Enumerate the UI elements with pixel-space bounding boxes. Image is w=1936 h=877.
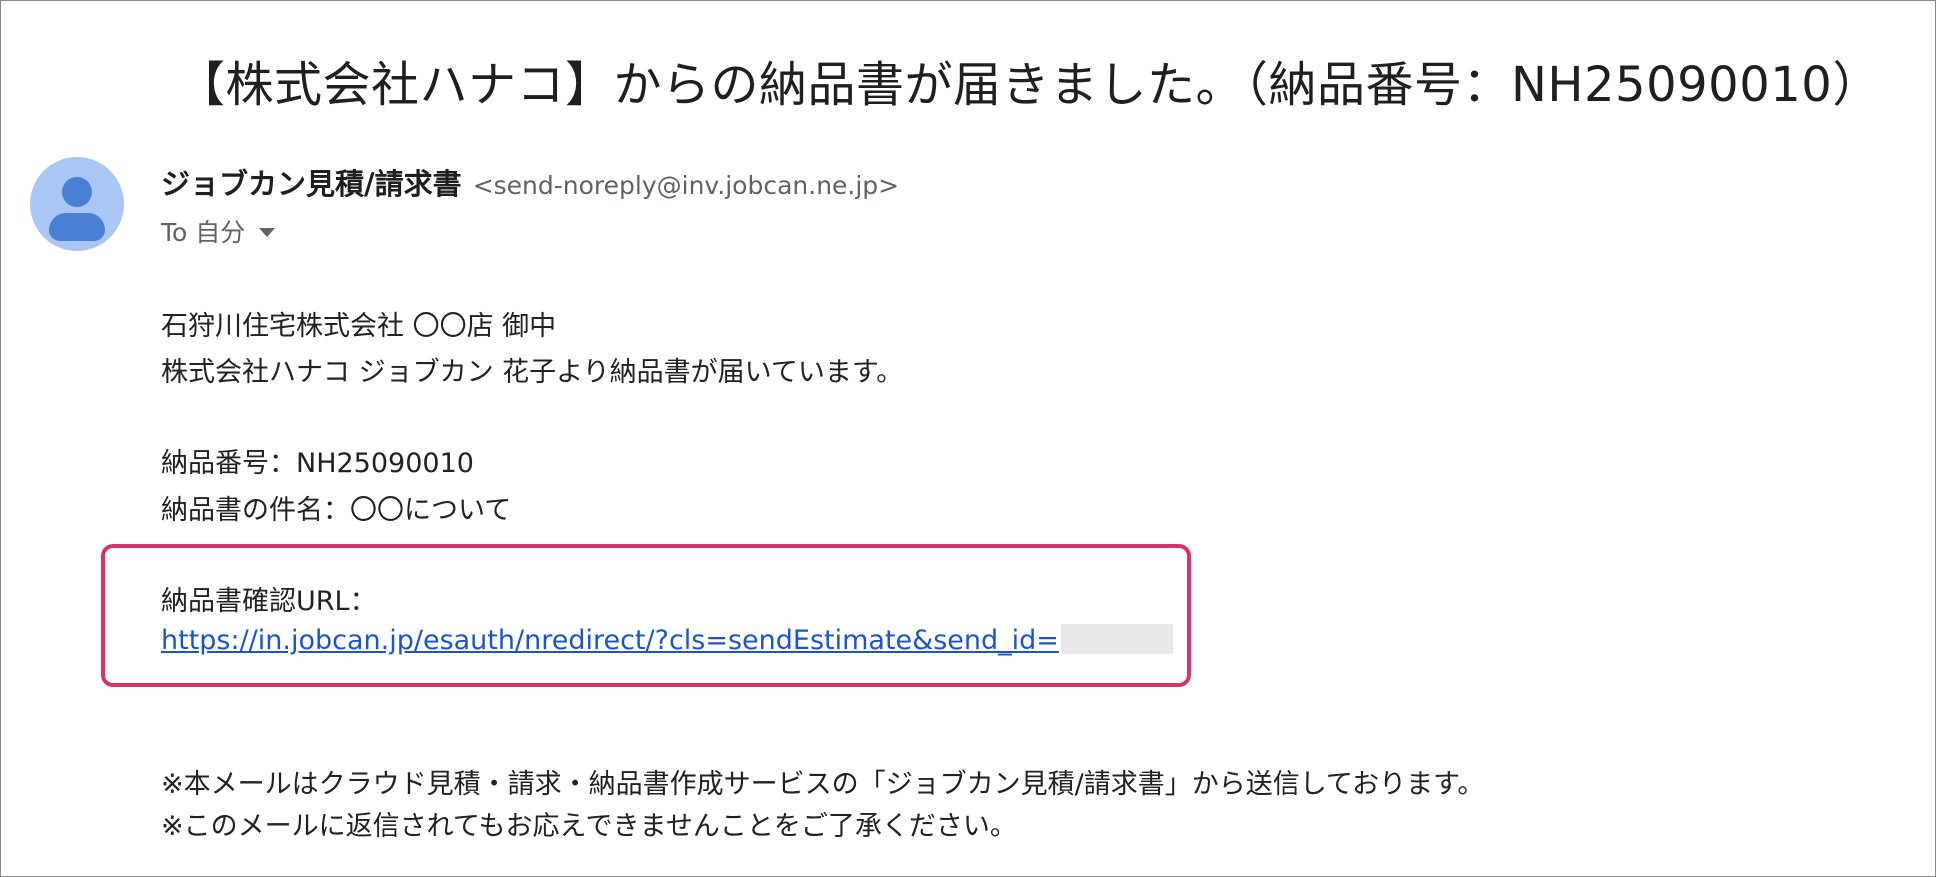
intro-text: 株式会社ハナコ ジョブカン 花子より納品書が届いています。 (161, 357, 904, 388)
sender-avatar[interactable] (30, 157, 124, 251)
sender-name[interactable]: ジョブカン見積/請求書 (161, 167, 462, 201)
redacted-send-id (1060, 623, 1173, 654)
person-icon-body (49, 213, 105, 241)
caret-down-icon[interactable] (259, 227, 276, 237)
delivery-confirmation-link[interactable]: https://in.jobcan.jp/esauth/nredirect/?c… (161, 623, 1173, 657)
url-text: https://in.jobcan.jp/esauth/nredirect/?c… (161, 625, 1059, 656)
email-subject: 【株式会社ハナコ】からの納品書が届きました。（納品番号：NH25090010） (177, 57, 1881, 113)
footer-note-2: ※このメールに返信されてもお応えできませんことをご了承ください。 (161, 811, 1017, 842)
sender-line: ジョブカン見積/請求書 <send-noreply@inv.jobcan.ne.… (161, 161, 899, 203)
sender-email: <send-noreply@inv.jobcan.ne.jp> (472, 171, 900, 200)
addressee-text: 石狩川住宅株式会社 〇〇店 御中 (161, 311, 557, 342)
email-view: 【株式会社ハナコ】からの納品書が届きました。（納品番号：NH25090010） … (0, 0, 1936, 877)
delivery-subject-text: 納品書の件名：〇〇について (161, 495, 512, 526)
recipient-label: To 自分 (161, 218, 246, 247)
person-icon-head (62, 177, 92, 207)
footer-note-1: ※本メールはクラウド見積・請求・納品書作成サービスの「ジョブカン見積/請求書」か… (161, 769, 1485, 800)
recipient-details-toggle[interactable]: To 自分 (161, 213, 276, 249)
delivery-number-text: 納品番号：NH25090010 (161, 448, 474, 479)
url-label-text: 納品書確認URL： (161, 586, 377, 617)
